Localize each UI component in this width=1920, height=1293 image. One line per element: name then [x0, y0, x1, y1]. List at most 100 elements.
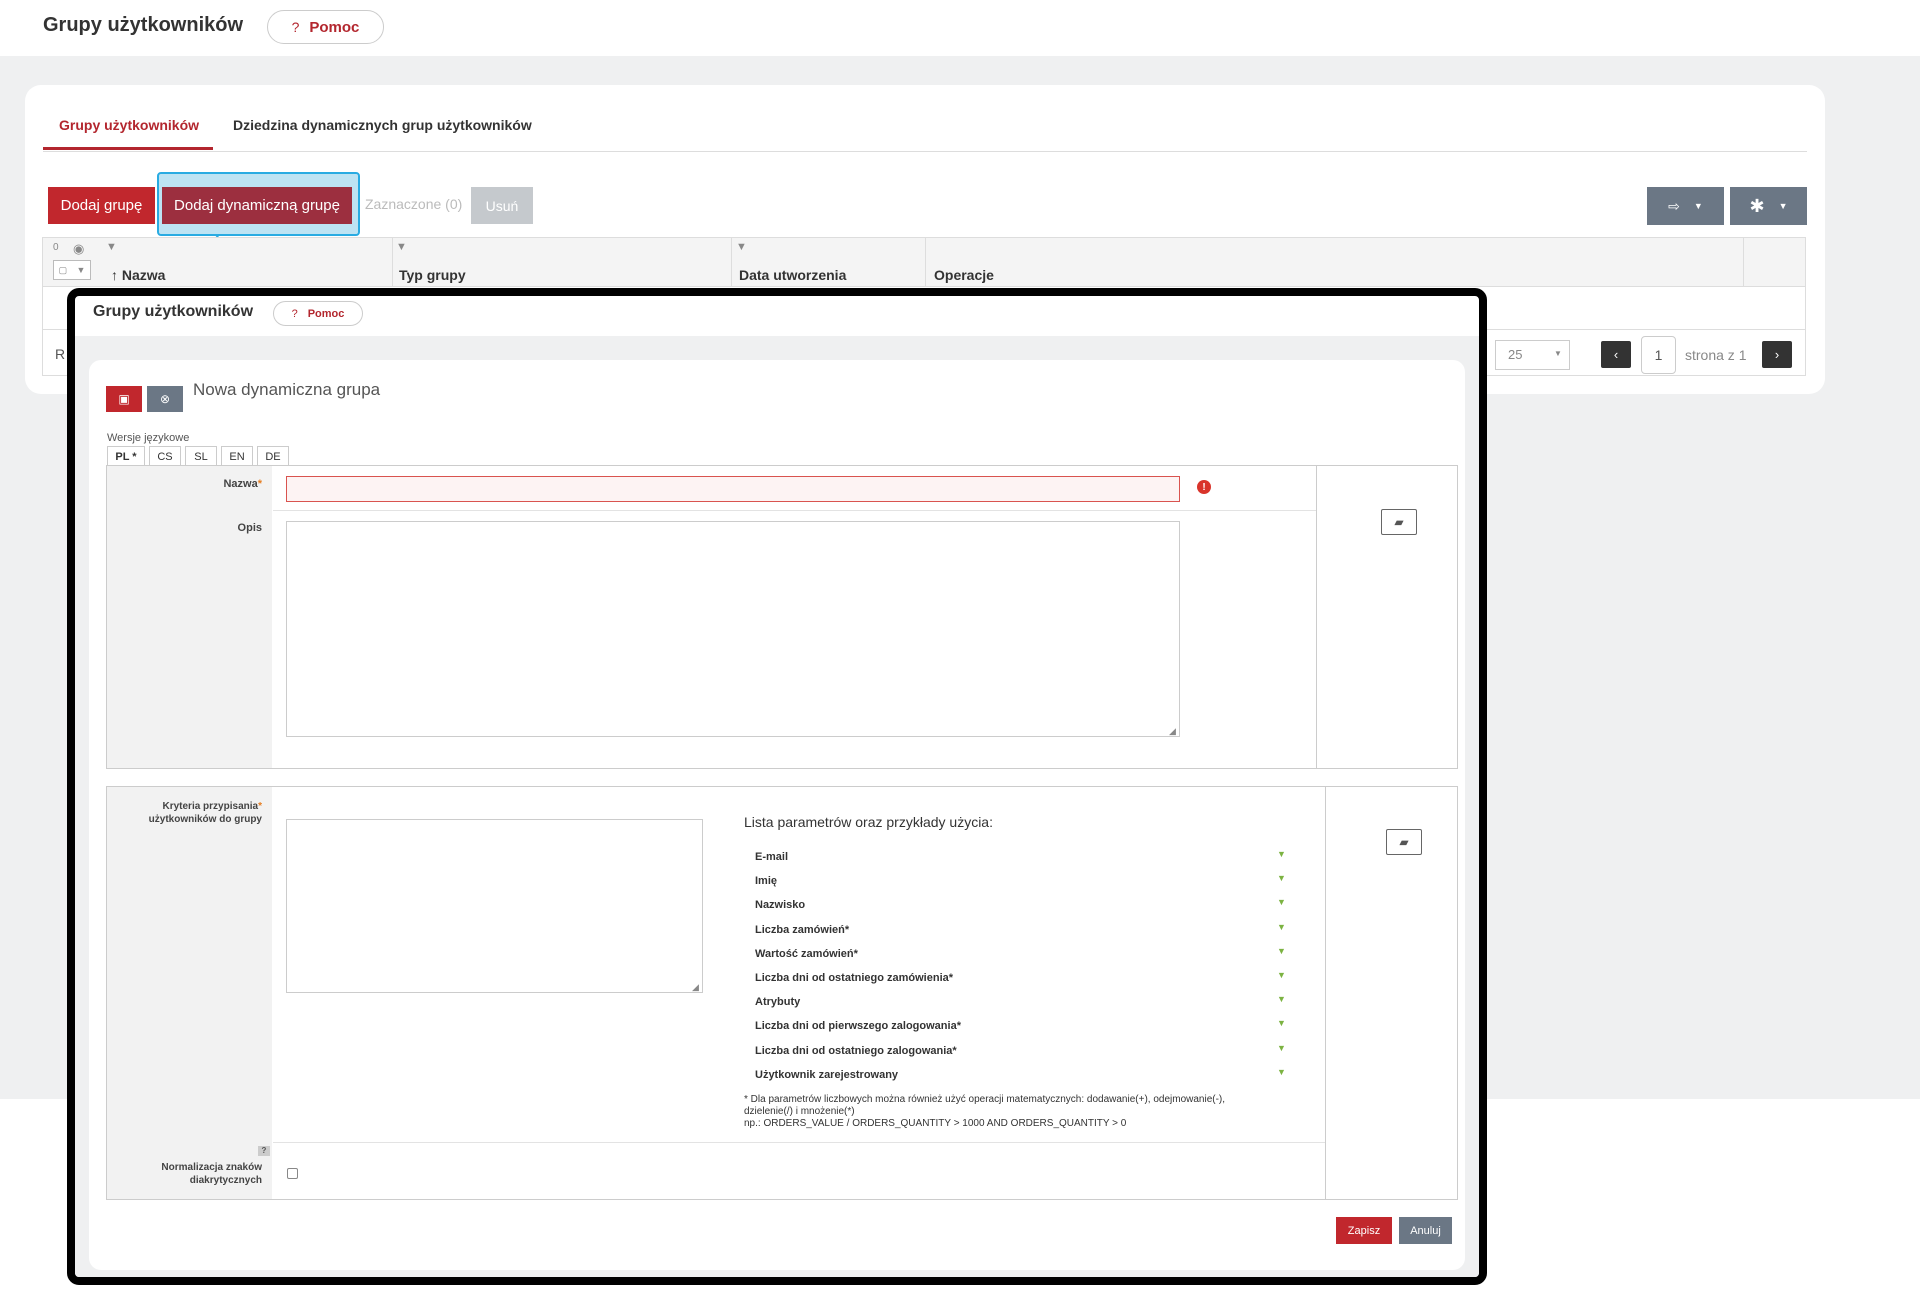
eraser-icon: ▰ [1399, 835, 1409, 849]
expand-icon[interactable]: ▼ [1277, 897, 1286, 907]
param-label: Liczba dni od pierwszego zalogowania* [755, 1020, 961, 1033]
expand-icon[interactable]: ▼ [1277, 970, 1286, 980]
tools-button[interactable]: ✱ ▼ [1730, 187, 1807, 225]
param-item[interactable]: Wartość zamówień* ▼ [755, 944, 1286, 960]
param-label: Wartość zamówień* [755, 947, 858, 960]
select-all-dropdown[interactable]: ▢ ▼ [53, 260, 91, 280]
param-item[interactable]: Użytkownik zarejestrowany ▼ [755, 1065, 1286, 1081]
column-header-created[interactable]: Data utworzenia [739, 267, 846, 283]
close-icon-button[interactable]: ⊗ [147, 386, 183, 412]
expand-icon[interactable]: ▼ [1277, 946, 1286, 956]
dialog-window: Grupy użytkowników ? Pomoc ▣ ⊗ Nowa dyna… [67, 288, 1487, 1285]
eye-icon[interactable]: ◉ [73, 241, 84, 257]
dialog-page-title: Grupy użytkowników [93, 303, 254, 320]
criteria-textarea[interactable] [286, 819, 703, 993]
param-label: Imię [755, 875, 778, 888]
clear-button[interactable]: ▰ [1381, 509, 1417, 535]
per-page-select[interactable]: 25 ▼ [1495, 340, 1570, 370]
expand-icon[interactable]: ▼ [1277, 873, 1286, 883]
column-divider [1743, 237, 1744, 287]
export-button[interactable]: ⇨ ▼ [1647, 187, 1724, 225]
row-fragment: R [55, 346, 66, 362]
description-textarea[interactable] [286, 521, 1180, 737]
add-dynamic-group-button[interactable]: Dodaj dynamiczną grupę [162, 187, 352, 224]
column-header-operations: Operacje [934, 267, 994, 283]
visible-count: 0 [53, 242, 59, 253]
chevron-down-icon: ▼ [1554, 349, 1562, 358]
param-item[interactable]: Liczba dni od ostatniego zalogowania* ▼ [755, 1041, 1286, 1057]
form-title: Nowa dynamiczna grupa [193, 380, 381, 399]
param-item[interactable]: Liczba zamówień* ▼ [755, 920, 1286, 936]
row-divider [273, 510, 1316, 511]
column-header-name[interactable]: ↑ Nazwa [111, 267, 165, 283]
column-divider [1325, 787, 1326, 1199]
param-item[interactable]: Liczba dni od ostatniego zamówienia* ▼ [755, 968, 1286, 984]
tabs-divider [43, 151, 1807, 152]
tab-dynamic-groups-domain[interactable]: Dziedzina dynamicznych grup użytkowników [233, 117, 532, 133]
param-item[interactable]: Imię ▼ [755, 871, 1286, 888]
language-versions-label: Wersje językowe [107, 432, 190, 444]
label-column [107, 787, 272, 1199]
param-item[interactable]: Nazwisko ▼ [755, 895, 1286, 911]
lang-tab-cs[interactable]: CS [149, 446, 181, 466]
add-group-button[interactable]: Dodaj grupę [48, 187, 155, 224]
param-item[interactable]: E-mail ▼ [755, 847, 1286, 863]
param-label: E-mail [755, 851, 789, 863]
param-label: Liczba dni od ostatniego zamówienia* [755, 972, 954, 984]
form-card: ▣ ⊗ Nowa dynamiczna grupa Wersje językow… [89, 360, 1465, 1270]
next-page-button[interactable]: › [1762, 341, 1792, 368]
table-header [42, 237, 1806, 287]
cancel-button[interactable]: Anuluj [1399, 1217, 1452, 1244]
name-input[interactable] [286, 476, 1180, 502]
chevron-down-icon: ▼ [76, 265, 86, 275]
param-item[interactable]: Atrybuty ▼ [755, 992, 1286, 1008]
param-item[interactable]: Liczba dni od pierwszego zalogowania* ▼ [755, 1016, 1286, 1033]
delete-button[interactable]: Usuń [471, 187, 533, 224]
filter-icon[interactable]: ▼ [736, 241, 747, 253]
checkbox-icon: ▢ [58, 264, 68, 275]
help-label: Pomoc [307, 307, 345, 320]
expand-icon[interactable]: ▼ [1277, 994, 1286, 1004]
help-button[interactable]: ? Pomoc [267, 10, 384, 44]
column-divider [925, 237, 926, 287]
page-title: Grupy użytkowników [43, 14, 244, 36]
expand-icon[interactable]: ▼ [1277, 1067, 1286, 1077]
filter-icon[interactable]: ▼ [106, 241, 117, 253]
expand-icon[interactable]: ▼ [1277, 1018, 1286, 1028]
param-label: Użytkownik zarejestrowany [755, 1068, 899, 1081]
name-label: Nazwa* [223, 478, 262, 490]
submit-button[interactable]: Zapisz [1336, 1217, 1392, 1244]
column-header-group-type[interactable]: Typ grupy [399, 267, 466, 283]
help-label: Pomoc [309, 18, 360, 36]
resize-handle-icon[interactable]: ◢ [1169, 726, 1176, 737]
chevron-down-icon: ▼ [1693, 201, 1703, 211]
lang-tab-en[interactable]: EN [221, 446, 253, 466]
expand-icon[interactable]: ▼ [1277, 1043, 1286, 1053]
save-icon-button[interactable]: ▣ [106, 386, 142, 412]
column-divider [1316, 466, 1317, 768]
help-icon: ? [291, 307, 298, 320]
expand-icon[interactable]: ▼ [1277, 849, 1286, 859]
page-of-label: strona z 1 [1685, 347, 1747, 363]
lang-tab-pl[interactable]: PL * [107, 446, 145, 466]
tab-user-groups[interactable]: Grupy użytkowników [59, 117, 199, 133]
column-divider [731, 237, 732, 287]
normalization-checkbox[interactable] [287, 1168, 298, 1179]
tools-icon: ✱ [1749, 195, 1765, 216]
description-label: Opis [237, 522, 262, 534]
prev-page-button[interactable]: ‹ [1601, 341, 1631, 368]
criteria-label: Kryteria przypisania* użytkowników do gr… [148, 801, 262, 825]
lang-tab-de[interactable]: DE [257, 446, 289, 466]
page-input[interactable]: 1 [1641, 336, 1676, 374]
hint-icon[interactable]: ? [258, 1146, 270, 1156]
lang-tab-sl[interactable]: SL [185, 446, 217, 466]
clear-criteria-button[interactable]: ▰ [1386, 829, 1422, 855]
filter-icon[interactable]: ▼ [396, 241, 407, 253]
expand-icon[interactable]: ▼ [1277, 922, 1286, 932]
param-label: Liczba zamówień* [755, 923, 850, 936]
chevron-down-icon: ▼ [1778, 201, 1788, 211]
eraser-icon: ▰ [1394, 515, 1404, 529]
dialog-help-button[interactable]: ? Pomoc [273, 301, 363, 326]
label-column [107, 466, 272, 768]
resize-handle-icon[interactable]: ◢ [692, 982, 699, 993]
